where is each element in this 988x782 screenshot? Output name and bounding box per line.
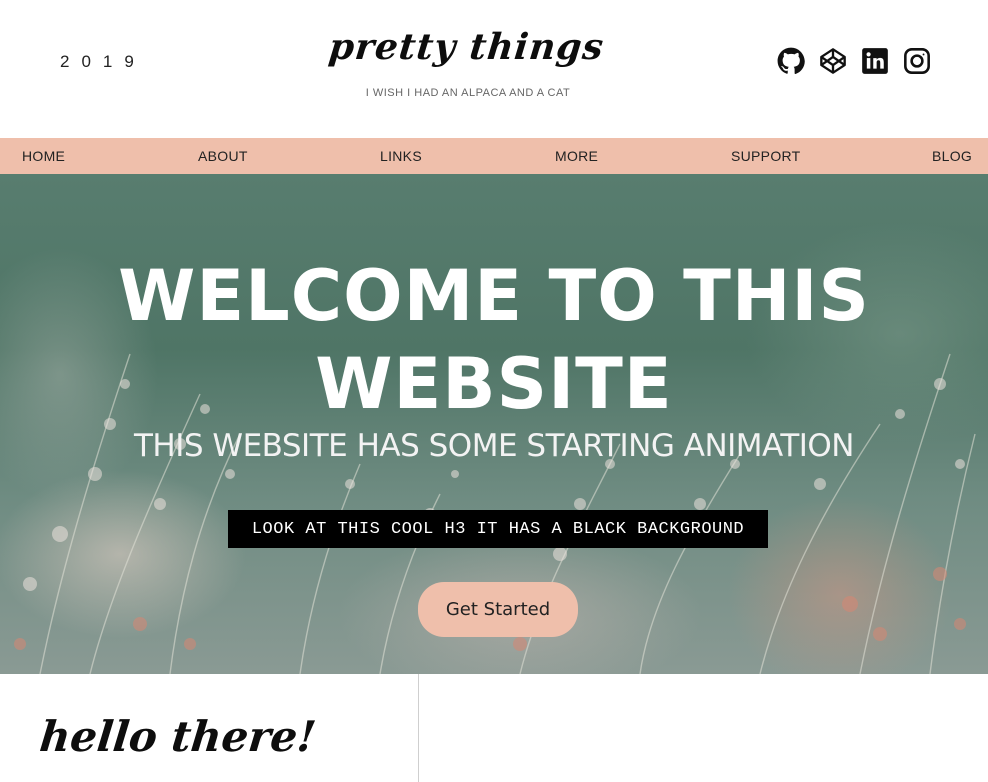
nav-item-more[interactable]: MORE: [555, 148, 598, 164]
section-heading: hello there!: [37, 712, 319, 761]
hero-title-line-1: WELCOME TO THIS: [118, 255, 870, 337]
instagram-icon[interactable]: [902, 46, 932, 76]
main-nav: HOME ABOUT LINKS MORE SUPPORT BLOG: [0, 138, 988, 174]
site-title[interactable]: pretty things: [326, 26, 605, 68]
github-icon[interactable]: [776, 46, 806, 76]
nav-item-home[interactable]: HOME: [22, 148, 65, 164]
site-header: 2019 pretty things I WISH I HAD AN ALPAC…: [0, 0, 988, 138]
codepen-icon[interactable]: [818, 46, 848, 76]
hero-h3-banner: LOOK AT THIS COOL H3 IT HAS A BLACK BACK…: [228, 510, 768, 548]
nav-item-blog[interactable]: BLOG: [932, 148, 972, 164]
site-tagline: I WISH I HAD AN ALPACA AND A CAT: [365, 87, 571, 99]
nav-item-links[interactable]: LINKS: [380, 148, 422, 164]
hero-title: WELCOME TO THIS WEBSITE: [0, 252, 988, 428]
linkedin-icon[interactable]: [860, 46, 890, 76]
nav-item-about[interactable]: ABOUT: [198, 148, 248, 164]
column-divider: [418, 674, 419, 782]
get-started-button[interactable]: Get Started: [418, 582, 578, 637]
hero-subtitle: THIS WEBSITE HAS SOME STARTING ANIMATION: [134, 428, 855, 464]
social-links: [776, 46, 932, 76]
hero-title-line-2: WEBSITE: [315, 343, 673, 425]
hero-section: WELCOME TO THIS WEBSITE THIS WEBSITE HAS…: [0, 174, 988, 674]
intro-section: hello there!: [0, 674, 988, 782]
nav-item-support[interactable]: SUPPORT: [731, 148, 801, 164]
